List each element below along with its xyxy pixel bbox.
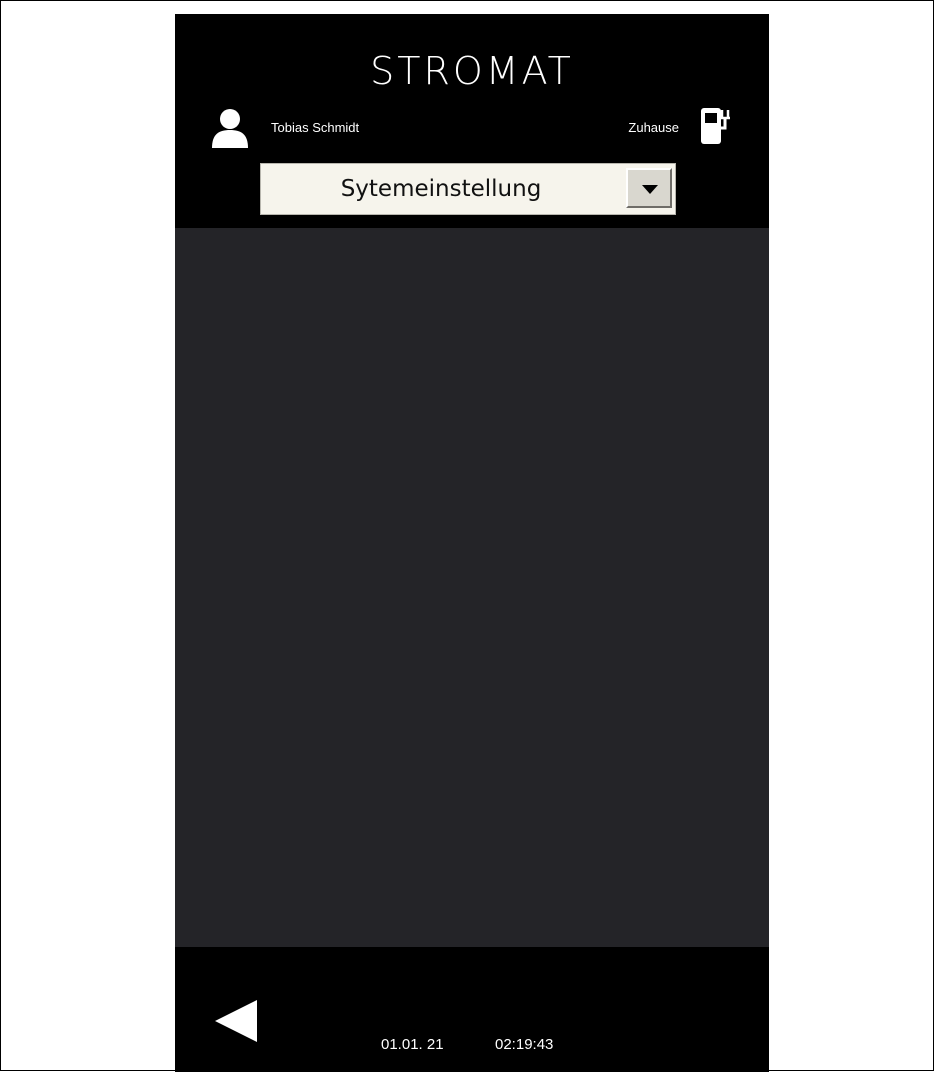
user-icon — [212, 109, 248, 148]
brand-logo: STROMAT — [370, 49, 574, 93]
dropdown-toggle-button[interactable] — [626, 168, 672, 208]
location-label: Zuhause — [628, 120, 679, 135]
charging-station-icon[interactable] — [699, 106, 731, 146]
footer-date: 01.01. 21 — [381, 1036, 444, 1053]
window-frame: STROMAT Tobias Schmidt Zuhause Sytemeins… — [0, 0, 934, 1072]
app-screen: STROMAT Tobias Schmidt Zuhause Sytemeins… — [175, 14, 769, 1072]
back-arrow-icon[interactable] — [213, 998, 259, 1044]
main-content-area — [175, 228, 769, 947]
dropdown-selected-value: Sytemeinstellung — [340, 176, 542, 202]
footer-time: 02:19:43 — [495, 1036, 554, 1053]
user-name: Tobias Schmidt — [271, 120, 360, 135]
chevron-down-icon — [642, 185, 658, 194]
menu-dropdown[interactable]: Sytemeinstellung — [260, 163, 676, 215]
